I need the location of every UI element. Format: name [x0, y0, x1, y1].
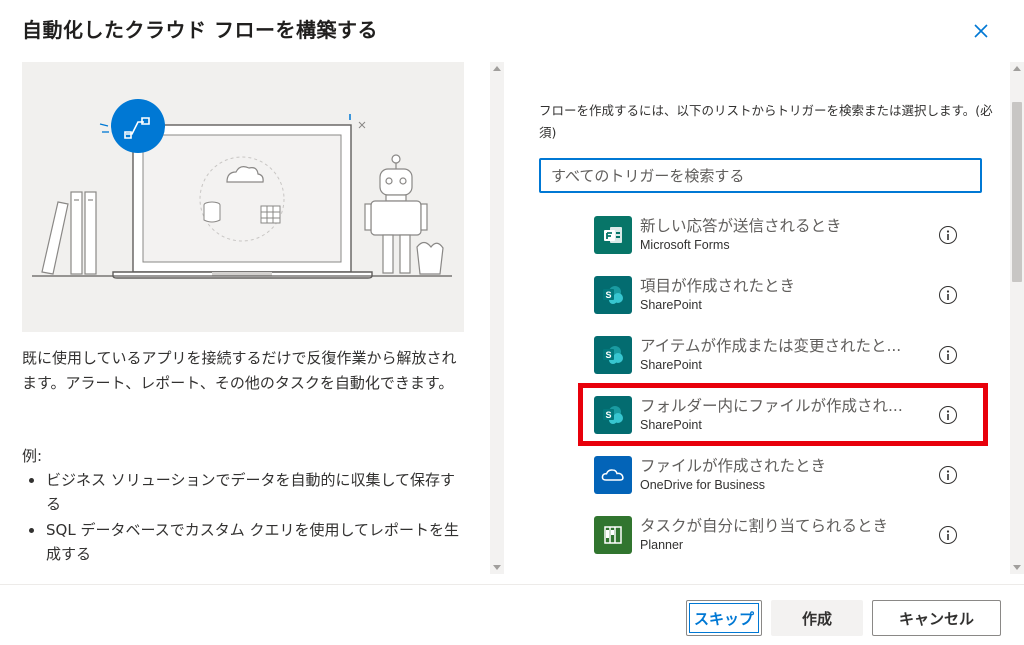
sharepoint-icon: S: [594, 276, 632, 314]
trigger-item[interactable]: S フォルダー内にファイルが作成され... SharePoint: [590, 390, 985, 442]
scroll-up-icon[interactable]: [493, 66, 501, 71]
trigger-list-scrollbar[interactable]: [1010, 62, 1024, 574]
close-icon: [974, 24, 988, 38]
info-icon[interactable]: [939, 226, 957, 244]
sharepoint-icon: S: [594, 336, 632, 374]
trigger-item[interactable]: タスクが自分に割り当てられるとき Planner: [590, 510, 985, 562]
left-scrollbar[interactable]: [490, 62, 504, 574]
scroll-down-icon[interactable]: [1013, 565, 1021, 570]
trigger-item[interactable]: 新しい応答が送信されるとき Microsoft Forms: [590, 210, 985, 262]
examples-label: 例:: [22, 447, 43, 465]
trigger-item[interactable]: ファイルが作成されたとき OneDrive for Business: [590, 450, 985, 502]
trigger-search-input[interactable]: [539, 158, 982, 193]
footer-divider: [0, 584, 1024, 585]
close-button[interactable]: [970, 20, 992, 42]
info-icon[interactable]: [939, 286, 957, 304]
skip-button[interactable]: スキップ: [686, 600, 762, 636]
laptop-illustration: [32, 99, 452, 279]
dialog-description: 既に使用しているアプリを接続するだけで反復作業から解放されます。アラート、レポー…: [22, 349, 457, 392]
dialog-title: 自動化したクラウド フローを構築する: [22, 18, 378, 42]
info-icon[interactable]: [939, 526, 957, 544]
info-icon[interactable]: [939, 406, 957, 424]
trigger-item[interactable]: S アイテムが作成または変更されたと... SharePoint: [590, 330, 985, 382]
example-item: SQL データベースでカスタム クエリを使用してレポートを生成する: [22, 518, 467, 566]
books-illustration: [41, 191, 97, 275]
svg-text:S: S: [605, 290, 611, 300]
info-icon[interactable]: [939, 346, 957, 364]
examples-list: ビジネス ソリューションでデータを自動的に収集して保存する SQL データベース…: [22, 468, 467, 568]
scrollbar-thumb[interactable]: [1012, 102, 1022, 282]
trigger-connector: Microsoft Forms: [640, 238, 730, 252]
trigger-connector: Planner: [640, 538, 684, 552]
sharepoint-icon: S: [594, 396, 632, 434]
trigger-title: アイテムが作成または変更されたと...: [640, 337, 902, 355]
trigger-title: フォルダー内にファイルが作成され...: [640, 397, 903, 415]
trigger-connector: SharePoint: [640, 418, 702, 432]
planner-icon: [594, 516, 632, 554]
forms-icon: [594, 216, 632, 254]
example-item: ビジネス ソリューションでデータを自動的に収集して保存する: [22, 468, 467, 516]
trigger-title: 新しい応答が送信されるとき: [640, 217, 842, 235]
cancel-button[interactable]: キャンセル: [872, 600, 1001, 636]
trigger-title: 項目が作成されたとき: [640, 277, 796, 295]
trigger-connector: SharePoint: [640, 358, 702, 372]
hero-illustration: [22, 62, 464, 332]
trigger-connector: SharePoint: [640, 298, 702, 312]
trigger-instruction: フローを作成するには、以下のリストからトリガーを検索または選択します。(必須): [539, 103, 993, 140]
trigger-connector: OneDrive for Business: [640, 478, 766, 492]
trigger-title: タスクが自分に割り当てられるとき: [640, 517, 889, 535]
create-button[interactable]: 作成: [771, 600, 863, 636]
onedrive-icon: [594, 456, 632, 494]
trigger-title: ファイルが作成されたとき: [640, 457, 827, 475]
svg-text:S: S: [605, 350, 611, 360]
svg-text:S: S: [605, 410, 611, 420]
scroll-up-icon[interactable]: [1013, 66, 1021, 71]
scroll-down-icon[interactable]: [493, 565, 501, 570]
robot-illustration: [364, 154, 444, 275]
info-icon[interactable]: [939, 466, 957, 484]
trigger-item[interactable]: S 項目が作成されたとき SharePoint: [590, 270, 985, 322]
